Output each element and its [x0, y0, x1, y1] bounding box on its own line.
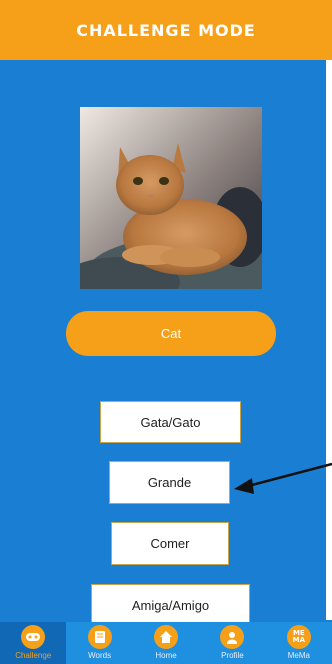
user-icon [220, 625, 245, 649]
nav-item-words[interactable]: Words [66, 622, 132, 664]
option-button-3[interactable]: Comer [111, 522, 229, 565]
book-icon [87, 625, 112, 649]
gamepad-icon [21, 625, 46, 649]
nav-item-home[interactable]: Home [133, 622, 199, 664]
option-button-2[interactable]: Grande [109, 461, 230, 504]
nav-label: Home [155, 651, 177, 660]
answer-word-button[interactable]: Cat [66, 311, 276, 356]
nav-item-profile[interactable]: Profile [199, 622, 265, 664]
cat-image [80, 107, 262, 289]
nav-label: Words [88, 651, 112, 660]
bottom-nav: Challenge Words Home Profile ME MA MeMa [0, 622, 332, 664]
option-button-4[interactable]: Amiga/Amigo [91, 584, 250, 626]
mema-logo-icon: ME MA [286, 625, 311, 649]
cat-photo [80, 107, 262, 289]
right-edge-strip [326, 60, 332, 620]
nav-label: MeMa [287, 651, 310, 660]
nav-item-challenge[interactable]: Challenge [0, 622, 67, 664]
nav-label: Challenge [15, 651, 52, 660]
page-title: CHALLENGE MODE [76, 20, 256, 40]
nav-label: Profile [221, 651, 244, 660]
home-icon [154, 625, 179, 649]
nav-item-mema[interactable]: ME MA MeMa [266, 622, 332, 664]
header-bar: CHALLENGE MODE [0, 0, 332, 60]
option-button-1[interactable]: Gata/Gato [100, 401, 241, 443]
